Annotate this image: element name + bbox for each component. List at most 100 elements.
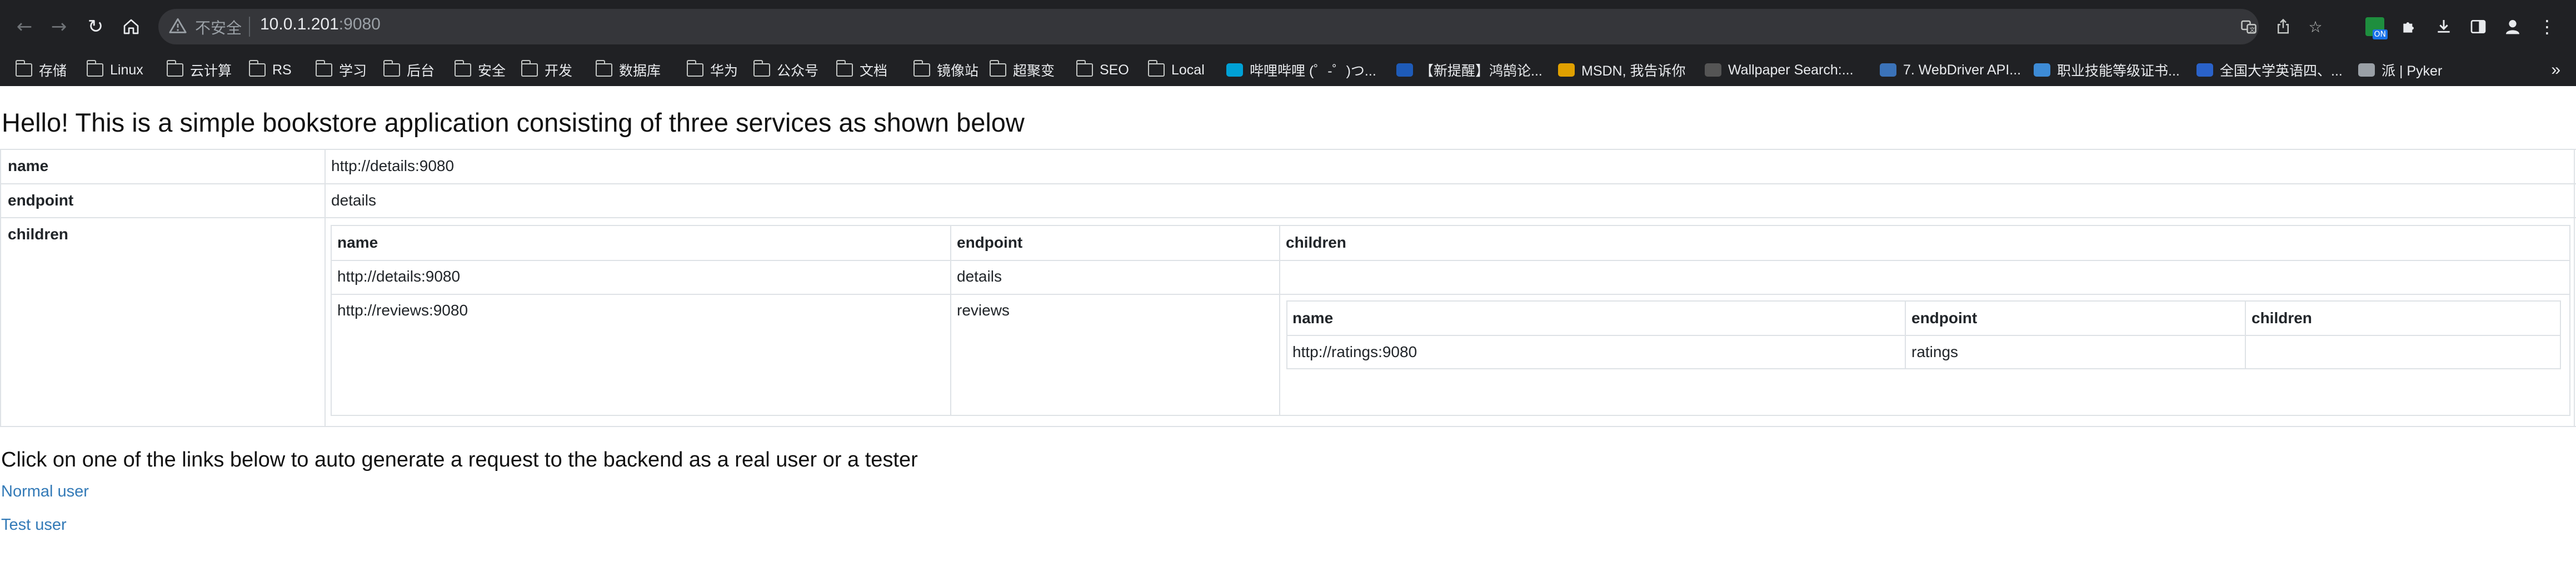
profile-icon[interactable] bbox=[2499, 13, 2526, 40]
bookmark-item[interactable]: Linux bbox=[86, 54, 143, 86]
bookmark-label: 开发 bbox=[545, 63, 573, 79]
bookmark-item[interactable]: 职业技能等级证书... bbox=[2034, 54, 2180, 86]
warning-icon bbox=[169, 18, 187, 33]
bookmark-label: 全国大学英语四、... bbox=[2220, 63, 2343, 79]
bookmark-item[interactable]: 哔哩哔哩 (゜-゜)つ... bbox=[1226, 54, 1376, 86]
table-border bbox=[325, 149, 326, 427]
bookmark-item[interactable]: 派 | Pyker bbox=[2358, 54, 2442, 86]
bookmark-label: RS bbox=[272, 62, 292, 78]
folder-icon bbox=[248, 60, 266, 77]
bookmark-label: 镜像站 bbox=[937, 63, 979, 79]
bookmark-item[interactable]: 公众号 bbox=[753, 54, 818, 86]
folder-icon bbox=[595, 60, 612, 77]
bookmark-label: 哔哩哔哩 (゜-゜)つ... bbox=[1250, 63, 1376, 79]
bookmark-item[interactable]: 7. WebDriver API... bbox=[1880, 54, 2021, 86]
bookmarks-bar: 存储 Linux 云计算 RS 学习 后台 安全 开发 数据库 华为 公众号 文档 镜像站 超聚变 SEO L… bbox=[0, 54, 2576, 86]
bookmarks-overflow-icon[interactable]: » bbox=[2551, 54, 2560, 86]
bookmark-label: Wallpaper Search:... bbox=[1728, 62, 1854, 78]
bookmark-label: 【新提醒】鸿鹄论... bbox=[1420, 63, 1542, 79]
bookmark-item[interactable]: 文档 bbox=[836, 54, 887, 86]
menu-kebab-icon[interactable]: ⋮ bbox=[2534, 13, 2560, 40]
reload-button[interactable]: ↻ bbox=[82, 13, 109, 40]
url-host: 10.0.1.201 bbox=[260, 15, 339, 33]
child-row-1-name: http://details:9080 bbox=[337, 268, 461, 285]
links-heading: Click on one of the links below to auto … bbox=[1, 448, 918, 471]
bookmark-label: 公众号 bbox=[777, 63, 819, 79]
bookmark-label: SEO bbox=[1100, 62, 1129, 78]
forward-button[interactable]: → bbox=[46, 13, 72, 40]
side-panel-icon[interactable] bbox=[2465, 13, 2492, 40]
table-border bbox=[0, 217, 2576, 218]
bookmark-item[interactable]: 全国大学英语四、... bbox=[2196, 54, 2343, 86]
bookmark-item[interactable]: 华为 bbox=[686, 54, 738, 86]
table-border bbox=[0, 183, 2576, 184]
child-row-2-name: http://reviews:9080 bbox=[337, 302, 468, 319]
arrow-right-icon: → bbox=[51, 16, 67, 38]
reload-icon: ↻ bbox=[87, 16, 104, 38]
table-border bbox=[0, 426, 2576, 427]
bookmark-label: 文档 bbox=[860, 63, 888, 79]
binoculars-icon bbox=[2034, 63, 2050, 77]
children-header-name: name bbox=[337, 234, 378, 251]
bookmark-item[interactable]: RS bbox=[248, 54, 292, 86]
translate-icon[interactable]: 文 bbox=[2236, 14, 2261, 39]
extension-on-icon[interactable]: ON bbox=[2362, 13, 2388, 40]
bookmark-item[interactable]: 云计算 bbox=[166, 54, 232, 86]
bookmark-item[interactable]: 超聚变 bbox=[989, 54, 1055, 86]
folder-icon bbox=[1147, 60, 1165, 77]
address-bar[interactable]: 不安全 10.0.1.201:9080 文 ☆ bbox=[158, 9, 2323, 44]
bookmark-item[interactable]: 安全 bbox=[454, 54, 506, 86]
url-text[interactable]: 10.0.1.201:9080 bbox=[260, 15, 381, 34]
insecure-label[interactable]: 不安全 bbox=[195, 16, 242, 38]
bookmark-label: 安全 bbox=[478, 63, 506, 79]
bookmark-label: 职业技能等级证书... bbox=[2057, 63, 2180, 79]
normal-user-link[interactable]: Normal user bbox=[1, 483, 89, 501]
bookmark-item[interactable]: 数据库 bbox=[595, 54, 661, 86]
shield-logo-icon bbox=[1396, 63, 1413, 77]
folder-icon bbox=[454, 60, 471, 77]
bookmark-label: MSDN, 我告诉你 bbox=[1581, 63, 1686, 79]
bookmark-label: 数据库 bbox=[619, 63, 661, 79]
arrow-left-icon: ← bbox=[16, 16, 33, 38]
folder-icon bbox=[15, 60, 32, 77]
outer-key-name: name bbox=[8, 157, 49, 174]
bookmark-star-icon[interactable]: ☆ bbox=[2303, 14, 2328, 39]
table-border bbox=[1905, 302, 1906, 368]
bookmark-item[interactable]: Wallpaper Search:... bbox=[1705, 54, 1854, 86]
nested-header-endpoint: endpoint bbox=[1911, 309, 1978, 327]
bookmark-label: Local bbox=[1171, 62, 1205, 78]
table-border bbox=[1279, 226, 1280, 415]
browser-chrome: ← → ↻ 不安全 10.0.1.201:9080 文 ☆ ON ⋮ 存储 Li… bbox=[0, 0, 2576, 86]
outer-value-name: http://details:9080 bbox=[331, 157, 455, 174]
folder-icon bbox=[383, 60, 400, 77]
bookmark-label: Linux bbox=[110, 62, 143, 78]
home-button[interactable] bbox=[118, 13, 144, 40]
nested-row-name: http://ratings:9080 bbox=[1292, 343, 1417, 360]
bookmark-item[interactable]: Local bbox=[1147, 54, 1205, 86]
bookmark-item[interactable]: 学习 bbox=[315, 54, 367, 86]
bookmark-item[interactable]: 存储 bbox=[15, 54, 67, 86]
table-border bbox=[2245, 302, 2246, 368]
bookmark-item[interactable]: 开发 bbox=[521, 54, 572, 86]
child-row-1-endpoint: details bbox=[957, 268, 1002, 285]
extensions-puzzle-icon[interactable] bbox=[2396, 13, 2423, 40]
exam-icon bbox=[2196, 63, 2213, 77]
share-icon[interactable] bbox=[2271, 14, 2295, 39]
download-icon[interactable] bbox=[2430, 13, 2457, 40]
table-border bbox=[1287, 335, 2560, 336]
bookmark-item[interactable]: 后台 bbox=[383, 54, 435, 86]
outer-key-endpoint: endpoint bbox=[8, 192, 74, 209]
bookmark-label: 派 | Pyker bbox=[2382, 63, 2443, 79]
test-user-link[interactable]: Test user bbox=[1, 516, 67, 534]
bookmark-item[interactable]: SEO bbox=[1076, 54, 1129, 86]
bookmark-label: 超聚变 bbox=[1013, 63, 1055, 79]
bookmark-item[interactable]: 镜像站 bbox=[913, 54, 979, 86]
bookmark-label: 云计算 bbox=[190, 63, 232, 79]
folder-icon bbox=[753, 60, 770, 77]
bookmark-item[interactable]: MSDN, 我告诉你 bbox=[1558, 54, 1686, 86]
back-button[interactable]: ← bbox=[11, 13, 38, 40]
folder-icon bbox=[989, 60, 1006, 77]
bookmark-item[interactable]: 【新提醒】鸿鹄论... bbox=[1396, 54, 1542, 86]
folder-icon bbox=[166, 60, 183, 77]
nested-row-endpoint: ratings bbox=[1911, 343, 1959, 360]
